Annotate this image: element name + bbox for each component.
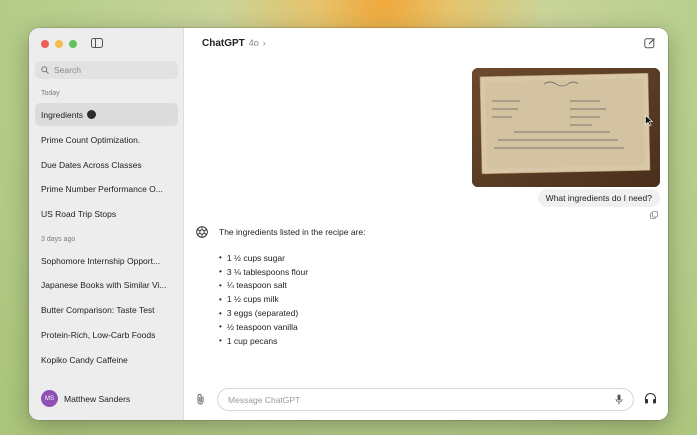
active-indicator-icon [87,110,97,119]
chat-item-label: Due Dates Across Classes [41,159,142,170]
list-item: ½ teaspoon vanilla [219,320,365,334]
sidebar: Search Today Ingredients Prime Count Opt… [29,28,184,420]
chat-item-label: Butter Comparison: Taste Test [41,304,155,315]
chat-item-label: Prime Count Optimization. [41,134,141,145]
chat-item-label: Kopiko Candy Caffeine [41,354,128,365]
user-message-text: What ingredients do I need? [545,193,652,203]
user-profile-button[interactable]: MS Matthew Sanders [41,390,130,407]
message-input[interactable]: Message ChatGPT [217,388,634,411]
close-window-button[interactable] [41,40,49,48]
chat-item[interactable]: Due Dates Across Classes [35,153,178,176]
search-placeholder: Search [54,65,81,75]
section-label-3-days-ago: 3 days ago [41,236,76,243]
user-name: Matthew Sanders [64,393,131,404]
microphone-icon[interactable] [615,394,623,405]
recipe-card-image[interactable] [472,68,660,187]
paperclip-icon[interactable] [196,393,206,405]
list-item: 1 ½ cups sugar [219,251,365,265]
new-chat-icon[interactable] [644,37,656,49]
model-selector[interactable]: ChatGPT 4o › [202,38,266,49]
chat-item-label: Prime Number Performance O... [41,183,163,194]
headphones-icon[interactable] [644,392,657,404]
chat-item[interactable]: Japanese Books with Similar Vi... [35,273,178,296]
chat-item[interactable]: US Road Trip Stops [35,202,178,225]
chat-item-label: Ingredients [41,109,84,120]
chat-item[interactable]: Kopiko Candy Caffeine [35,348,178,371]
recipe-card-photo [472,68,660,187]
chatgpt-logo-icon [196,226,208,238]
list-item: 3 ⅛ tablespoons flour [219,265,365,279]
list-item: 3 eggs (separated) [219,306,365,320]
chat-panel: ChatGPT 4o › What ingredients do I need?… [184,28,668,420]
avatar: MS [41,390,58,407]
chat-item-label: Japanese Books with Similar Vi... [41,279,167,290]
copy-icon[interactable] [650,211,658,219]
chatgpt-window: Search Today Ingredients Prime Count Opt… [29,28,668,420]
chevron-right-icon: › [262,38,266,48]
window-controls [41,40,77,48]
section-label-today: Today [41,90,60,97]
list-item: 1 ½ cups milk [219,292,365,306]
message-input-placeholder: Message ChatGPT [228,394,301,405]
chat-item-ingredients[interactable]: Ingredients [35,103,178,126]
sidebar-toggle-icon[interactable] [91,38,103,48]
mouse-pointer-icon [645,115,653,127]
user-message-bubble: What ingredients do I need? [537,189,660,207]
assistant-response: The ingredients listed in the recipe are… [219,227,365,348]
chat-item[interactable]: Prime Count Optimization. [35,128,178,151]
chat-item[interactable]: Prime Number Performance O... [35,177,178,200]
ingredient-list: 1 ½ cups sugar 3 ⅛ tablespoons flour ¼ t… [219,251,365,348]
maximize-window-button[interactable] [69,40,77,48]
search-icon [41,66,49,74]
chat-item-label: Protein-Rich, Low-Carb Foods [41,329,156,340]
chat-item-label: US Road Trip Stops [41,208,117,219]
chat-item[interactable]: Protein-Rich, Low-Carb Foods [35,323,178,346]
assistant-intro-text: The ingredients listed in the recipe are… [219,227,366,237]
minimize-window-button[interactable] [55,40,63,48]
model-version: 4o [248,38,259,48]
chat-item[interactable]: Sophomore Internship Opport... [35,249,178,272]
list-item: ¼ teaspoon salt [219,279,365,293]
list-item: 1 cup pecans [219,334,365,348]
chat-header: ChatGPT 4o › [184,28,668,60]
chat-item[interactable]: Butter Comparison: Taste Test [35,298,178,321]
search-input[interactable]: Search [35,61,178,79]
model-name: ChatGPT [202,38,245,49]
chat-item-label: Sophomore Internship Opport... [41,255,161,266]
